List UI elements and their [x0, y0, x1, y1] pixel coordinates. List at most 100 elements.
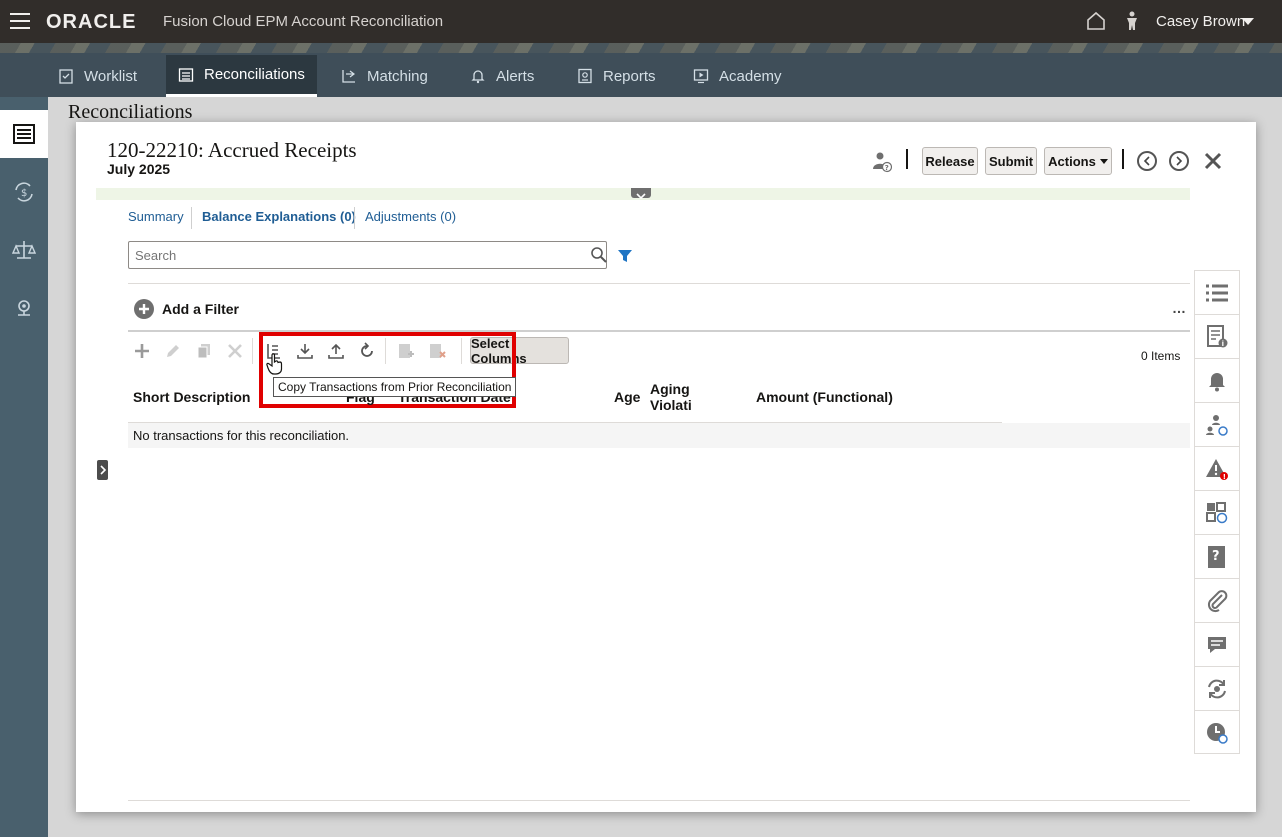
- matching-icon: [342, 70, 355, 83]
- rail-alerts[interactable]: [1195, 359, 1239, 403]
- play-icon: [693, 69, 709, 84]
- list-view-icon: [1206, 284, 1228, 301]
- expand-panel-button[interactable]: [97, 460, 108, 480]
- next-button[interactable]: [1169, 151, 1189, 171]
- user-group-icon: [1206, 414, 1228, 436]
- tab-adjustments[interactable]: Adjustments (0): [365, 209, 456, 224]
- list-icon: [178, 67, 194, 82]
- header-separator: [1122, 149, 1124, 169]
- user-help-icon[interactable]: ?: [872, 151, 892, 173]
- tab-balance-explanations[interactable]: Balance Explanations (0): [202, 209, 356, 224]
- actions-label: Actions: [1048, 153, 1096, 169]
- filter-icon[interactable]: [617, 248, 633, 264]
- bell-icon: [471, 70, 485, 84]
- nav-reconciliations[interactable]: Reconciliations: [166, 55, 317, 97]
- rail-attributes[interactable]: [1195, 491, 1239, 535]
- svg-text:i: i: [1222, 340, 1224, 348]
- app-title: Fusion Cloud EPM Account Reconciliation: [163, 13, 444, 30]
- rail-history[interactable]: [1195, 667, 1239, 711]
- bell-icon: [1209, 372, 1225, 391]
- dialog-title: 120-22210: Accrued Receipts: [107, 138, 357, 162]
- clipboard-icon: [59, 69, 73, 84]
- column-short-description[interactable]: Short Description: [133, 389, 250, 405]
- column-amount-functional[interactable]: Amount (Functional): [756, 389, 893, 405]
- rail-settings[interactable]: [0, 284, 48, 332]
- nav-label: Academy: [719, 67, 782, 85]
- empty-table-message: No transactions for this reconciliation.: [133, 428, 350, 443]
- top-bar: ORACLE Fusion Cloud EPM Account Reconcil…: [0, 0, 1282, 43]
- rail-workflow[interactable]: [1195, 403, 1239, 447]
- rail-transactions[interactable]: $: [0, 168, 48, 216]
- actions-button[interactable]: Actions: [1044, 147, 1112, 175]
- gear-network-icon: [18, 300, 30, 316]
- previous-button[interactable]: [1137, 151, 1157, 171]
- nav-reports[interactable]: Reports: [565, 55, 668, 97]
- collapse-header-button[interactable]: [631, 188, 651, 200]
- tab-summary[interactable]: Summary: [128, 209, 184, 224]
- accessibility-person-icon[interactable]: [1124, 11, 1140, 31]
- nav-label: Alerts: [496, 67, 535, 85]
- rail-questions[interactable]: ?: [1195, 535, 1239, 579]
- rail-attachments[interactable]: [1195, 579, 1239, 623]
- search-input[interactable]: [128, 241, 607, 269]
- rail-comments[interactable]: [1195, 623, 1239, 667]
- home-icon[interactable]: [1086, 11, 1106, 31]
- nav-label: Reconciliations: [204, 66, 305, 83]
- content-bottom-divider: [128, 800, 1190, 801]
- edit-pencil-icon[interactable]: [163, 341, 183, 361]
- hand-cursor-icon: [266, 353, 283, 375]
- nav-matching[interactable]: Matching: [329, 55, 440, 97]
- currency-exchange-icon: $: [15, 182, 33, 202]
- duplicate-icon[interactable]: [194, 341, 214, 361]
- oracle-logo: ORACLE: [46, 11, 137, 33]
- nav-worklist[interactable]: Worklist: [46, 55, 149, 97]
- more-options-icon[interactable]: …: [1172, 300, 1187, 316]
- column-age[interactable]: Age: [614, 389, 640, 405]
- nav-label: Matching: [367, 67, 428, 85]
- warning-icon: !: [1206, 458, 1228, 481]
- hamburger-menu-icon[interactable]: [10, 13, 30, 29]
- tab-separator: [354, 207, 355, 229]
- close-icon[interactable]: [1202, 150, 1224, 172]
- user-name[interactable]: Casey Brown: [1156, 13, 1245, 30]
- caret-down-icon: [1099, 158, 1108, 164]
- items-count: 0 Items: [1141, 349, 1181, 363]
- nav-academy[interactable]: Academy: [681, 55, 794, 97]
- comment-icon: [1208, 636, 1226, 653]
- user-menu-caret-icon[interactable]: [1242, 18, 1254, 25]
- delete-x-icon[interactable]: [225, 341, 245, 361]
- add-filter-plus-icon[interactable]: [133, 298, 155, 320]
- svg-text:?: ?: [1212, 549, 1220, 564]
- header-separator: [906, 149, 908, 169]
- svg-text:$: $: [21, 188, 27, 199]
- left-rail: $: [0, 97, 48, 837]
- rail-warnings[interactable]: !: [1195, 447, 1239, 491]
- submit-button[interactable]: Submit: [985, 147, 1037, 175]
- rail-reconciliations-list[interactable]: [0, 110, 48, 158]
- rail-balancing[interactable]: [0, 226, 48, 274]
- paperclip-icon: [1207, 589, 1228, 612]
- rail-schedule[interactable]: [1195, 711, 1239, 755]
- attributes-icon: [1206, 501, 1228, 523]
- dialog-content: [96, 200, 1190, 812]
- nav-alerts[interactable]: Alerts: [458, 55, 546, 97]
- dialog-period: July 2025: [107, 161, 171, 177]
- nav-label: Reports: [603, 67, 656, 85]
- add-filter-label[interactable]: Add a Filter: [162, 301, 239, 317]
- reconciliation-dialog: 120-22210: Accrued Receipts July 2025 ? …: [76, 122, 1256, 812]
- add-icon[interactable]: [132, 341, 152, 361]
- list-icon: [13, 124, 35, 144]
- rail-list-view[interactable]: [1195, 271, 1239, 315]
- sync-clock-icon: [1208, 679, 1226, 698]
- main-navigation: Worklist Reconciliations Matching Alerts…: [0, 43, 1282, 97]
- question-document-icon: ?: [1208, 545, 1225, 568]
- toolbar-separator: [252, 338, 253, 364]
- rail-details[interactable]: i: [1195, 315, 1239, 359]
- background-page-title: Reconciliations: [68, 101, 193, 123]
- release-button[interactable]: Release: [922, 147, 978, 175]
- column-aging-violation[interactable]: Aging Violati: [650, 381, 692, 413]
- chevron-right-icon: [99, 465, 106, 475]
- scale-balance-icon: [12, 241, 36, 259]
- search-icon[interactable]: [590, 246, 608, 264]
- chevron-left-icon: [1143, 156, 1150, 166]
